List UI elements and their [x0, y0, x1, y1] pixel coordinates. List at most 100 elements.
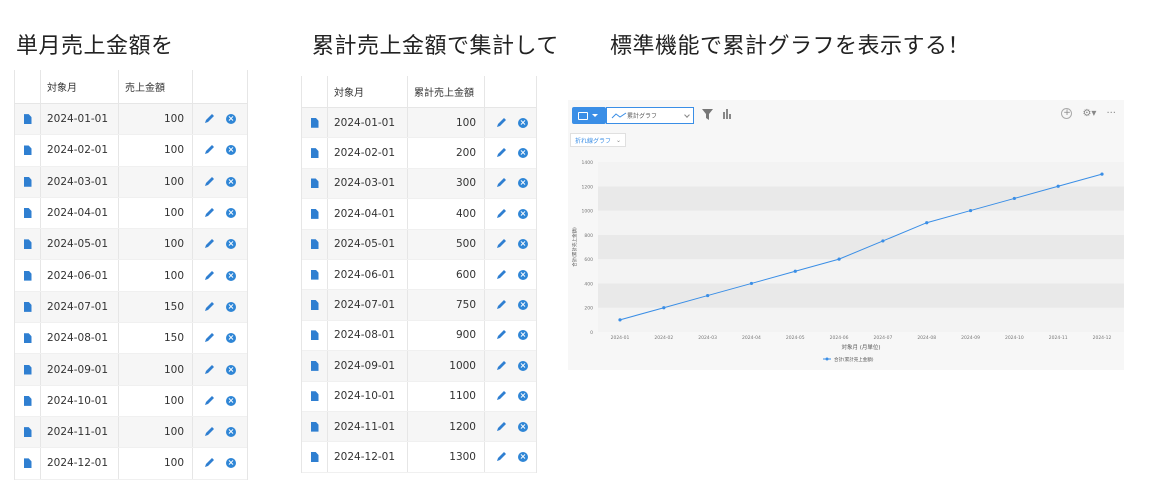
document-icon[interactable]: [310, 148, 319, 159]
close-circle-icon[interactable]: ×: [226, 176, 236, 187]
close-circle-icon[interactable]: ×: [518, 421, 528, 432]
document-icon[interactable]: [23, 364, 32, 375]
close-circle-icon[interactable]: ×: [226, 364, 236, 375]
pencil-icon[interactable]: [203, 457, 215, 469]
document-icon[interactable]: [310, 451, 319, 462]
pencil-icon[interactable]: [203, 426, 215, 438]
document-icon[interactable]: [310, 391, 319, 402]
table-row[interactable]: 2024-03-01 100 ×: [15, 166, 247, 198]
close-circle-icon[interactable]: ×: [518, 391, 528, 402]
column-header-month[interactable]: 対象月: [328, 76, 408, 107]
close-circle-icon[interactable]: ×: [518, 208, 528, 219]
table-row[interactable]: 2024-10-01 100 ×: [15, 385, 247, 417]
table-row[interactable]: 2024-10-01 1100 ×: [302, 381, 536, 412]
close-circle-icon[interactable]: ×: [226, 145, 236, 156]
pencil-icon[interactable]: [203, 207, 215, 219]
document-icon[interactable]: [23, 458, 32, 469]
document-icon[interactable]: [23, 114, 32, 125]
pencil-icon[interactable]: [495, 117, 507, 129]
pencil-icon[interactable]: [495, 299, 507, 311]
table-row[interactable]: 2024-09-01 100 ×: [15, 354, 247, 386]
table-row[interactable]: 2024-11-01 100 ×: [15, 416, 247, 449]
document-icon[interactable]: [310, 117, 319, 128]
table-row[interactable]: 2024-08-01 150 ×: [15, 323, 247, 355]
table-row[interactable]: 2024-01-01 100 ×: [302, 108, 536, 139]
document-icon[interactable]: [23, 395, 32, 406]
pencil-icon[interactable]: [495, 451, 507, 463]
document-icon[interactable]: [310, 269, 319, 280]
close-circle-icon[interactable]: ×: [226, 301, 236, 312]
pencil-icon[interactable]: [203, 301, 215, 313]
column-header-month[interactable]: 対象月: [41, 70, 119, 103]
table-row[interactable]: 2024-05-01 500 ×: [302, 229, 536, 260]
document-icon[interactable]: [310, 178, 319, 189]
document-icon[interactable]: [23, 333, 32, 344]
close-circle-icon[interactable]: ×: [226, 458, 236, 469]
pencil-icon[interactable]: [203, 270, 215, 282]
table-row[interactable]: 2024-04-01 100 ×: [15, 197, 247, 230]
pencil-icon[interactable]: [203, 144, 215, 156]
document-icon[interactable]: [23, 208, 32, 219]
close-circle-icon[interactable]: ×: [226, 239, 236, 250]
table-row[interactable]: 2024-02-01 100 ×: [15, 135, 247, 167]
document-icon[interactable]: [23, 427, 32, 438]
table-row[interactable]: 2024-07-01 750 ×: [302, 290, 536, 321]
pencil-icon[interactable]: [495, 360, 507, 372]
close-circle-icon[interactable]: ×: [226, 270, 236, 281]
table-row[interactable]: 2024-06-01 100 ×: [15, 260, 247, 292]
close-circle-icon[interactable]: ×: [226, 208, 236, 219]
table-row[interactable]: 2024-04-01 400 ×: [302, 199, 536, 230]
document-icon[interactable]: [310, 360, 319, 371]
pencil-icon[interactable]: [203, 395, 215, 407]
pencil-icon[interactable]: [203, 176, 215, 188]
table-row[interactable]: 2024-02-01 200 ×: [302, 138, 536, 169]
pencil-icon[interactable]: [203, 238, 215, 250]
pencil-icon[interactable]: [495, 208, 507, 220]
pencil-icon[interactable]: [495, 177, 507, 189]
document-icon[interactable]: [310, 239, 319, 250]
close-circle-icon[interactable]: ×: [518, 360, 528, 371]
pencil-icon[interactable]: [203, 113, 215, 125]
pencil-icon[interactable]: [495, 147, 507, 159]
document-icon[interactable]: [23, 270, 32, 281]
table-row[interactable]: 2024-07-01 150 ×: [15, 291, 247, 324]
table-row[interactable]: 2024-12-01 1300 ×: [302, 442, 536, 473]
document-icon[interactable]: [23, 239, 32, 250]
close-circle-icon[interactable]: ×: [518, 148, 528, 159]
table-row[interactable]: 2024-06-01 600 ×: [302, 259, 536, 291]
close-circle-icon[interactable]: ×: [518, 117, 528, 128]
table-row[interactable]: 2024-09-01 1000 ×: [302, 351, 536, 382]
document-icon[interactable]: [23, 145, 32, 156]
pencil-icon[interactable]: [203, 364, 215, 376]
close-circle-icon[interactable]: ×: [518, 269, 528, 280]
document-icon[interactable]: [310, 330, 319, 341]
close-circle-icon[interactable]: ×: [518, 451, 528, 462]
pencil-icon[interactable]: [495, 269, 507, 281]
close-circle-icon[interactable]: ×: [518, 239, 528, 250]
column-header-amount[interactable]: 売上金額: [119, 70, 193, 103]
document-icon[interactable]: [23, 301, 32, 312]
column-header-cumulative-amount[interactable]: 累計売上金額: [408, 76, 485, 107]
document-icon[interactable]: [310, 208, 319, 219]
document-icon[interactable]: [310, 421, 319, 432]
pencil-icon[interactable]: [495, 329, 507, 341]
pencil-icon[interactable]: [495, 390, 507, 402]
close-circle-icon[interactable]: ×: [226, 427, 236, 438]
table-row[interactable]: 2024-01-01 100 ×: [15, 104, 247, 136]
close-circle-icon[interactable]: ×: [226, 395, 236, 406]
close-circle-icon[interactable]: ×: [518, 330, 528, 341]
table-row[interactable]: 2024-11-01 1200 ×: [302, 411, 536, 443]
close-circle-icon[interactable]: ×: [226, 333, 236, 344]
document-icon[interactable]: [310, 300, 319, 311]
close-circle-icon[interactable]: ×: [518, 300, 528, 311]
table-row[interactable]: 2024-03-01 300 ×: [302, 168, 536, 200]
table-row[interactable]: 2024-12-01 100 ×: [15, 448, 247, 480]
pencil-icon[interactable]: [495, 421, 507, 433]
table-row[interactable]: 2024-08-01 900 ×: [302, 320, 536, 352]
close-circle-icon[interactable]: ×: [518, 178, 528, 189]
pencil-icon[interactable]: [203, 332, 215, 344]
document-icon[interactable]: [23, 176, 32, 187]
table-row[interactable]: 2024-05-01 100 ×: [15, 229, 247, 261]
pencil-icon[interactable]: [495, 238, 507, 250]
close-circle-icon[interactable]: ×: [226, 114, 236, 125]
